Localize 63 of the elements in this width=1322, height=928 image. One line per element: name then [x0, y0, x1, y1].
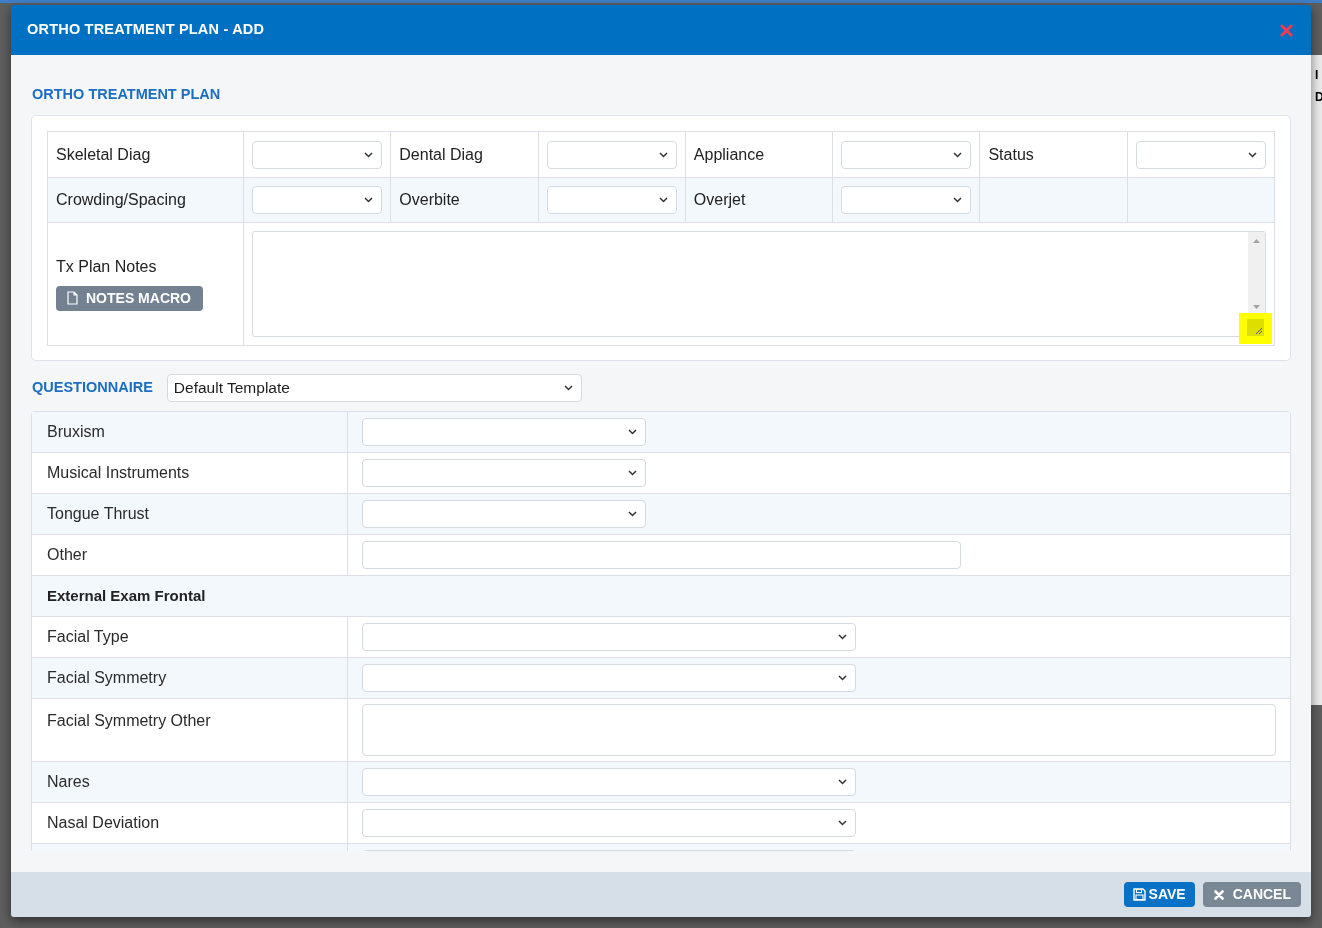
close-icon	[1213, 889, 1224, 900]
dropdown[interactable]	[362, 500, 646, 528]
field-label: Crowding/Spacing	[56, 190, 186, 210]
field-label: Skeletal Diag	[56, 144, 151, 165]
field-label: Other	[47, 545, 87, 565]
cancel-button[interactable]: CANCEL	[1202, 882, 1301, 907]
field-label: Facial Symmetry Other	[47, 711, 211, 731]
background-text: I	[1315, 67, 1320, 84]
field-label: Overbite	[399, 190, 460, 210]
close-icon	[1280, 23, 1293, 37]
chevron-down-icon	[364, 197, 374, 203]
chevron-down-icon	[838, 820, 847, 826]
chevron-down-icon	[953, 197, 963, 203]
field-label: Status	[988, 144, 1034, 165]
chevron-down-icon	[364, 151, 374, 158]
save-button[interactable]: SAVE	[1123, 882, 1195, 907]
dropdown[interactable]	[252, 140, 383, 169]
dropdown[interactable]	[362, 623, 856, 651]
notes-macro-button[interactable]: NOTES MACRO	[56, 285, 203, 311]
dropdown[interactable]	[841, 140, 972, 169]
chevron-down-icon	[658, 151, 668, 158]
field-label: Bruxism	[47, 422, 105, 442]
chevron-down-icon	[628, 470, 637, 476]
chevron-down-icon	[953, 151, 963, 158]
dropdown[interactable]	[362, 418, 646, 446]
field-label: Facial Type	[47, 627, 129, 647]
section-heading: ORTHO TREATMENT PLAN	[31, 85, 221, 103]
field-label: Dental Diag	[399, 144, 483, 165]
dropdown[interactable]	[841, 186, 972, 214]
chevron-down-icon	[628, 511, 637, 517]
field-label: Nares	[47, 772, 90, 792]
dropdown[interactable]	[546, 186, 677, 214]
field-label: Tx Plan Notes	[56, 257, 157, 276]
field-label: Appliance	[693, 144, 765, 165]
dropdown[interactable]	[362, 768, 856, 796]
scrollbar[interactable]	[1248, 232, 1265, 313]
dropdown[interactable]	[252, 186, 383, 214]
field-label: Overjet	[693, 190, 746, 210]
field-label: Nasal Deviation	[47, 813, 160, 833]
dialog-title: ORTHO TREATMENT PLAN - ADD	[27, 20, 265, 40]
group-heading: External Exam Frontal	[47, 585, 206, 606]
dropdown[interactable]	[362, 664, 856, 692]
chevron-down-icon	[838, 675, 847, 681]
dropdown[interactable]	[362, 459, 646, 487]
textarea-field[interactable]	[362, 704, 1276, 756]
dropdown[interactable]	[546, 140, 677, 169]
close-button[interactable]	[1280, 23, 1293, 37]
chevron-down-icon	[563, 385, 573, 391]
input-field[interactable]	[362, 541, 961, 569]
field-label: Musical Instruments	[47, 463, 190, 483]
chevron-down-icon	[658, 197, 668, 203]
chevron-down-icon	[1248, 151, 1257, 158]
field-label: Facial Symmetry	[47, 668, 167, 688]
field-label: Tongue Thrust	[47, 504, 149, 524]
chevron-down-icon	[628, 429, 637, 435]
dropdown[interactable]	[1135, 140, 1266, 169]
chevron-down-icon	[838, 779, 847, 785]
chevron-down-icon	[838, 634, 847, 640]
document-icon	[67, 291, 78, 305]
section-heading: QUESTIONNAIRE	[31, 378, 153, 398]
dropdown[interactable]	[362, 809, 856, 837]
dropdown[interactable]: Default Template	[166, 374, 582, 402]
resize-grip-icon[interactable]	[1247, 319, 1264, 336]
